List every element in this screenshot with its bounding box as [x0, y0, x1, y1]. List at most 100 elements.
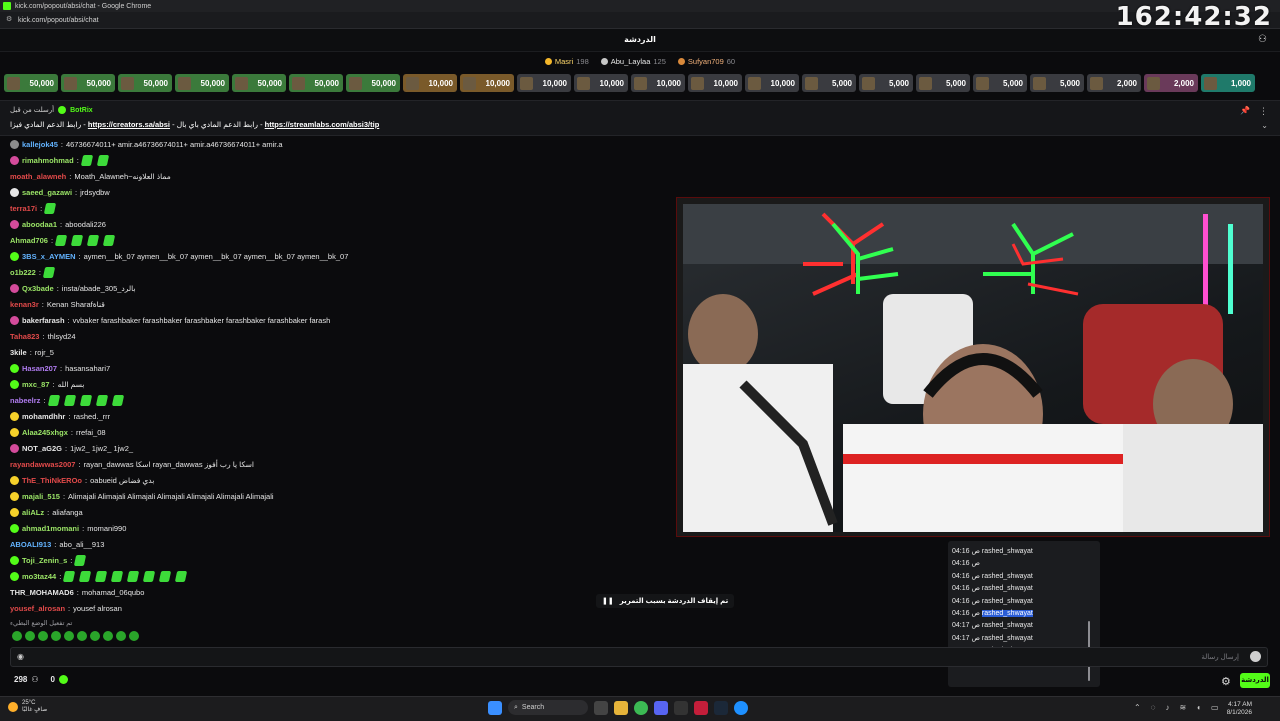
emote-icon[interactable]	[12, 631, 22, 641]
app-icon[interactable]	[674, 700, 688, 715]
chrome-icon[interactable]	[634, 700, 648, 715]
chat-message[interactable]: Ahmad706:	[10, 233, 117, 247]
pinned-author[interactable]: BotRix	[70, 107, 93, 114]
chat-message[interactable]: kenan3r: Kenan Sharafقناة	[10, 297, 105, 311]
chat-message[interactable]: Qx3bade: insta/abade_305_بالرد	[10, 281, 136, 295]
message-username[interactable]: o1b222	[10, 268, 36, 277]
message-username[interactable]: ABOALI913	[10, 540, 51, 549]
emote-icon[interactable]	[175, 570, 188, 582]
message-username[interactable]: rimahmohmad	[22, 156, 74, 165]
discord-icon[interactable]	[654, 700, 668, 715]
emote-icon[interactable]	[116, 631, 126, 641]
gift-card[interactable]: 10,000	[688, 74, 742, 92]
message-username[interactable]: Alaa245xhgx	[22, 428, 68, 437]
emoji-icon[interactable]	[1250, 651, 1261, 662]
gift-card[interactable]: 50,000	[346, 74, 400, 92]
gift-card[interactable]: 5,000	[802, 74, 856, 92]
system-tray[interactable]: ⌃ ◌ ♪ ≋ ◖ ▭	[1134, 703, 1219, 712]
capcut-icon[interactable]	[694, 700, 708, 715]
chat-message[interactable]: aliALz: aliafanga	[10, 505, 83, 519]
gift-card[interactable]: 50,000	[61, 74, 115, 92]
chat-message[interactable]: THR_MOHAMAD6: mohamad_06qubo	[10, 585, 144, 599]
chat-message[interactable]: majali_515: Alimajali Alimajali Alimajali…	[10, 489, 274, 503]
battery-icon[interactable]: ▭	[1211, 703, 1219, 712]
message-username[interactable]: mxc_87	[22, 380, 50, 389]
chat-message[interactable]: 3BS_x_AYMEN: aymen__bk_07 aymen__bk_07 ay…	[10, 249, 348, 263]
steam-icon[interactable]	[714, 700, 728, 715]
gift-card[interactable]: 10,000	[403, 74, 457, 92]
emote-icon[interactable]	[25, 631, 35, 641]
gift-card[interactable]: 10,000	[631, 74, 685, 92]
emote-icon[interactable]	[47, 394, 60, 406]
message-username[interactable]: rayandawwas2007	[10, 460, 75, 469]
gift-card[interactable]: 10,000	[574, 74, 628, 92]
message-username[interactable]: kallejok45	[22, 140, 58, 149]
emote-icon[interactable]	[79, 394, 92, 406]
popup-row[interactable]: 04:16 ص rashed_shwayat	[952, 572, 1033, 580]
stream-video[interactable]	[676, 197, 1270, 537]
gift-card[interactable]: 1,000	[1201, 74, 1255, 92]
emote-icon[interactable]	[44, 202, 57, 214]
emote-icon[interactable]	[95, 394, 108, 406]
pinned-link-creators[interactable]: https://creators.sa/absi	[88, 120, 170, 129]
start-icon[interactable]	[488, 700, 502, 715]
chat-message[interactable]: NOT_aG2G:1jw2_ 1jw2_ 1jw2_	[10, 441, 133, 455]
emote-icon[interactable]	[77, 631, 87, 641]
chat-message[interactable]: o1b222:	[10, 265, 57, 279]
network-icon[interactable]: ◌	[1151, 703, 1156, 712]
chevron-down-icon[interactable]: ⌄	[1261, 121, 1268, 130]
chevron-up-icon[interactable]: ⌃	[1134, 703, 1141, 712]
mic-icon[interactable]: ♪	[1165, 703, 1169, 712]
gift-card[interactable]: 10,000	[745, 74, 799, 92]
settings-gear-icon[interactable]: ⚙	[1221, 675, 1231, 688]
emote-icon[interactable]	[63, 394, 76, 406]
users-icon[interactable]: ⚇	[1258, 35, 1270, 45]
pinned-link-streamlabs[interactable]: https://streamlabs.com/absi3/tip	[265, 120, 380, 129]
emote-icon[interactable]	[42, 266, 56, 278]
emote-icon[interactable]	[102, 234, 116, 246]
message-username[interactable]: bakerfarash	[22, 316, 65, 325]
message-username[interactable]: THR_MOHAMAD6	[10, 588, 74, 597]
chat-mode-icon[interactable]: ◉	[17, 652, 24, 661]
chat-message[interactable]: 3kile: rojr_5	[10, 345, 54, 359]
taskbar-clock[interactable]: 4:17 AM 8/1/2026	[1227, 701, 1252, 717]
chat-message[interactable]: Alaa245xhgx: rrefai_08	[10, 425, 106, 439]
site-settings-icon[interactable]: ⚙	[6, 16, 14, 24]
chat-message[interactable]: kallejok45:46736674011+ amir.a4673667401…	[10, 137, 283, 151]
taskbar-search[interactable]: ⌕ Search	[508, 700, 588, 715]
popup-row[interactable]: 04:17 ص rashed_shwayat	[952, 621, 1033, 629]
file-explorer-icon[interactable]	[614, 700, 628, 715]
message-username[interactable]: majali_515	[22, 492, 60, 501]
emote-icon[interactable]	[86, 234, 100, 246]
message-username[interactable]: Qx3bade	[22, 284, 54, 293]
emote-icon[interactable]	[111, 570, 124, 582]
chat-message[interactable]: ahmad1momani: momani990	[10, 521, 126, 535]
message-username[interactable]: kenan3r	[10, 300, 39, 309]
gift-card[interactable]: 50,000	[4, 74, 58, 92]
chat-message[interactable]: rimahmohmad:	[10, 153, 111, 167]
chat-message[interactable]: mohamdhhr: rashed._rrr	[10, 409, 110, 423]
chat-paused-banner[interactable]: ❚❚ تم إيقاف الدردشة بسبب التمرير	[596, 594, 735, 608]
emote-icon[interactable]	[95, 570, 108, 582]
chat-input-placeholder[interactable]: إرسال رسالة	[1201, 653, 1239, 661]
chat-message[interactable]: saeed_gazawi: jrdsydbw	[10, 185, 110, 199]
chat-message[interactable]: mxc_87: بسم الله	[10, 377, 84, 391]
message-username[interactable]: ThE_ThiNkEROo	[22, 476, 82, 485]
emote-icon[interactable]	[63, 570, 76, 582]
chat-message[interactable]: ABOALI913: abo_ali__913	[10, 537, 104, 551]
chat-message[interactable]: Toji_Zenin_s:	[10, 553, 88, 567]
message-username[interactable]: mohamdhhr	[22, 412, 65, 421]
gift-card[interactable]: 50,000	[175, 74, 229, 92]
emote-icon[interactable]	[51, 631, 61, 641]
popup-row[interactable]: 04:16 ص rashed_shwayat	[952, 609, 1033, 617]
chat-message[interactable]: yousef_alrosan: yousef alrosan	[10, 601, 122, 615]
popup-row[interactable]: 04:17 ص rashed_shwayat	[952, 634, 1033, 642]
leaderboard-entry[interactable]: Masri 198	[544, 57, 589, 66]
message-username[interactable]: Toji_Zenin_s	[22, 556, 67, 565]
address-bar[interactable]: ⚙ kick.com/popout/absi/chat	[0, 12, 1280, 29]
emote-icon[interactable]	[80, 154, 93, 166]
chat-message[interactable]: terra17i:	[10, 201, 58, 215]
popup-row[interactable]: 04:16 ص	[952, 559, 980, 567]
leaderboard-entry[interactable]: Abu_Laylaa 125	[600, 57, 666, 66]
message-username[interactable]: ahmad1momani	[22, 524, 79, 533]
